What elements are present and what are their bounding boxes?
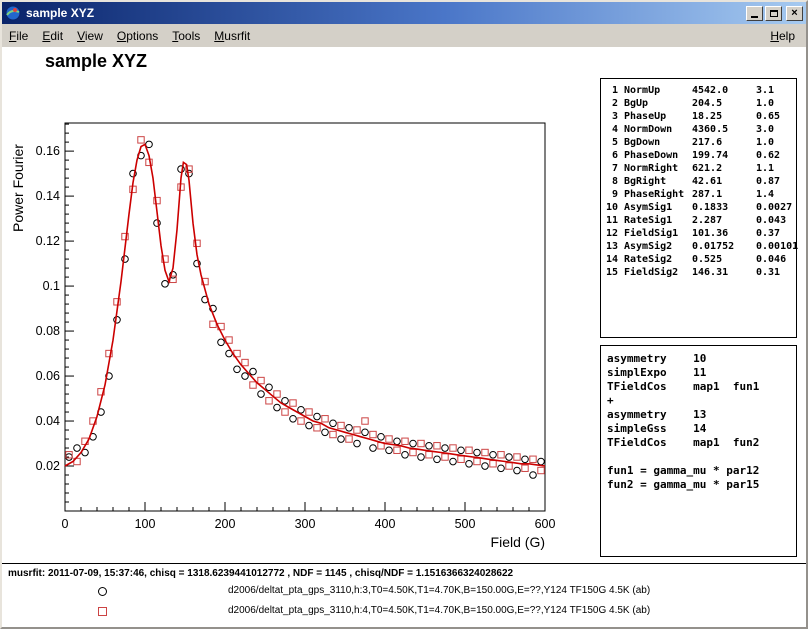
theory-line: + (607, 394, 796, 408)
svg-text:Power Fourier: Power Fourier (10, 144, 26, 232)
square-marker-icon (98, 607, 107, 616)
theory-line: simpleGss 14 (607, 422, 796, 436)
plot-canvas: sample XYZ 01002003004005006000.020.040.… (2, 47, 806, 627)
svg-text:0.02: 0.02 (36, 459, 60, 473)
svg-text:0.1: 0.1 (43, 279, 60, 293)
theory-line: asymmetry 10 (607, 352, 796, 366)
menu-bar-right: Help (763, 25, 802, 47)
svg-text:0.12: 0.12 (36, 234, 60, 248)
minimize-icon (751, 16, 758, 18)
app-window: sample XYZ × FileEditViewOptionsToolsMus… (0, 0, 808, 629)
theory-line: fun1 = gamma_mu * par12 (607, 464, 796, 478)
close-icon: × (791, 8, 797, 19)
app-icon (5, 5, 21, 21)
minimize-button[interactable] (746, 6, 763, 21)
theory-box: asymmetry 10simplExpo 11TFieldCos map1 f… (600, 345, 797, 557)
svg-text:100: 100 (135, 517, 156, 531)
close-button[interactable]: × (786, 6, 803, 21)
menu-file[interactable]: File (2, 25, 35, 47)
param-row: 8BgRight42.610.87 (604, 175, 796, 188)
legend-item: d2006/deltat_pta_gps_3110,h:4,T0=4.50K,T… (2, 603, 806, 619)
parameter-box: 1NormUp4542.03.12BgUp204.51.03PhaseUp18.… (600, 78, 797, 338)
plot-svg[interactable]: 0 100 200 300 400 500 600 0.02 0.04 0.06 0.08 0.1 0.… (8, 50, 593, 562)
param-row: 9PhaseRight287.11.4 (604, 188, 796, 201)
param-row: 6PhaseDown199.740.62 (604, 149, 796, 162)
svg-text:0.06: 0.06 (36, 369, 60, 383)
svg-text:0.14: 0.14 (36, 189, 60, 203)
theory-line: TFieldCos map1 fun1 (607, 380, 796, 394)
svg-text:600: 600 (535, 517, 556, 531)
menu-musrfit[interactable]: Musrfit (207, 25, 257, 47)
legend-label: d2006/deltat_pta_gps_3110,h:4,T0=4.50K,T… (228, 605, 650, 616)
param-row: 3PhaseUp18.250.65 (604, 110, 796, 123)
svg-text:Field (G): Field (G) (491, 534, 545, 550)
maximize-button[interactable] (765, 6, 782, 21)
legend-item: d2006/deltat_pta_gps_3110,h:3,T0=4.50K,T… (2, 583, 806, 599)
menu-edit[interactable]: Edit (35, 25, 70, 47)
menu-bar-items: FileEditViewOptionsToolsMusrfit (2, 25, 763, 47)
theory-line (607, 450, 796, 464)
param-row: 13AsymSig20.017520.00101 (604, 240, 796, 253)
theory-line: asymmetry 13 (607, 408, 796, 422)
svg-text:300: 300 (295, 517, 316, 531)
svg-text:0: 0 (62, 517, 69, 531)
circle-marker-icon (98, 587, 107, 596)
svg-text:500: 500 (455, 517, 476, 531)
legend-label: d2006/deltat_pta_gps_3110,h:3,T0=4.50K,T… (228, 585, 650, 596)
param-row: 10AsymSig10.18330.0027 (604, 201, 796, 214)
menu-bar: FileEditViewOptionsToolsMusrfit Help (2, 24, 806, 48)
param-row: 2BgUp204.51.0 (604, 97, 796, 110)
separator-line (2, 563, 806, 564)
svg-text:400: 400 (375, 517, 396, 531)
param-row: 5BgDown217.61.0 (604, 136, 796, 149)
theory-line: fun2 = gamma_mu * par15 (607, 478, 796, 492)
menu-view[interactable]: View (70, 25, 110, 47)
svg-text:0.04: 0.04 (36, 414, 60, 428)
param-row: 4NormDown4360.53.0 (604, 123, 796, 136)
param-row: 7NormRight621.21.1 (604, 162, 796, 175)
menu-options[interactable]: Options (110, 25, 165, 47)
menu-help[interactable]: Help (763, 25, 802, 47)
svg-text:0.16: 0.16 (36, 144, 60, 158)
param-row: 15FieldSig2146.310.31 (604, 266, 796, 279)
param-row: 11RateSig12.2870.043 (604, 214, 796, 227)
param-rows: 1NormUp4542.03.12BgUp204.51.03PhaseUp18.… (604, 84, 796, 279)
theory-line: TFieldCos map1 fun2 (607, 436, 796, 450)
param-row: 1NormUp4542.03.1 (604, 84, 796, 97)
title-bar[interactable]: sample XYZ × (2, 2, 806, 24)
window-controls: × (746, 6, 803, 21)
svg-text:0.08: 0.08 (36, 324, 60, 338)
svg-text:200: 200 (215, 517, 236, 531)
maximize-icon (770, 10, 778, 17)
status-line: musrfit: 2011-07-09, 15:37:46, chisq = 1… (8, 568, 513, 579)
theory-line: simplExpo 11 (607, 366, 796, 380)
param-row: 12FieldSig1101.360.37 (604, 227, 796, 240)
menu-tools[interactable]: Tools (165, 25, 207, 47)
param-row: 14RateSig20.5250.046 (604, 253, 796, 266)
window-title: sample XYZ (26, 6, 746, 20)
